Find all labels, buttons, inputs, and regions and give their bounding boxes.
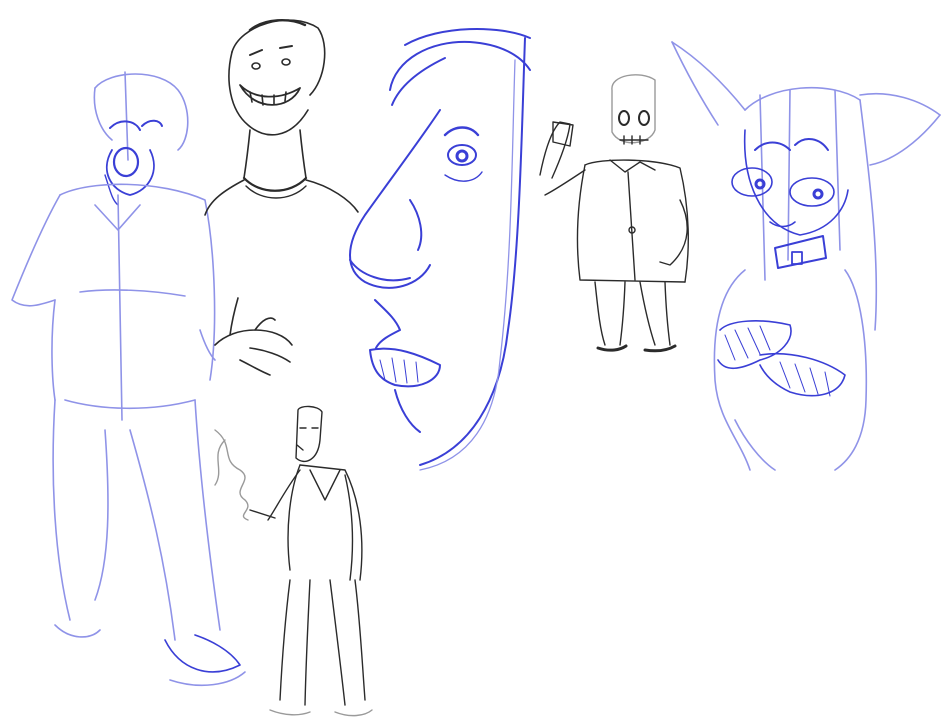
sketch-canvas <box>0 0 946 726</box>
cat-eared-girl-figure <box>671 41 941 471</box>
bearded-man-figure <box>11 71 246 687</box>
long-face-profile <box>349 28 531 471</box>
grinning-man-figure <box>199 19 359 376</box>
skull-man-in-suit-figure <box>539 74 689 353</box>
smoking-man-in-suit-figure <box>214 405 373 717</box>
